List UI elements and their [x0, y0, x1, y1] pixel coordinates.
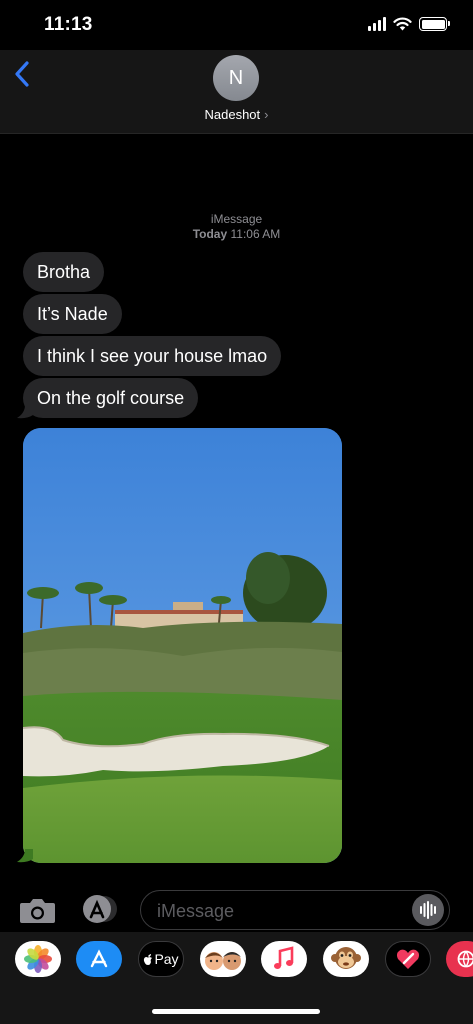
contact-name-button[interactable]: Nadeshot ›: [0, 107, 473, 122]
memoji-icon: [205, 952, 241, 970]
photos-icon: [24, 945, 52, 973]
status-icons: [368, 17, 450, 31]
audio-message-button[interactable]: [412, 894, 444, 926]
contact-avatar[interactable]: N: [213, 55, 259, 101]
apple-pay-icon: [144, 953, 153, 965]
waveform-icon: [420, 901, 436, 919]
home-indicator[interactable]: [152, 1009, 320, 1014]
message-bubble[interactable]: On the golf course: [23, 378, 199, 418]
bubble-tail: [17, 405, 33, 419]
battery-level: [421, 19, 445, 29]
cellular-signal-icon: [368, 17, 386, 31]
timestamp-date: Today: [192, 227, 228, 241]
conversation-header: N Nadeshot ›: [0, 50, 473, 134]
digital-touch-icon: [396, 949, 420, 969]
app-store-app-button[interactable]: [76, 941, 122, 977]
app-drawer: Pay: [0, 932, 473, 1024]
timestamp-time: 11:06 AM: [230, 227, 281, 241]
animoji-icon: [331, 947, 361, 969]
battery-icon: [419, 17, 450, 31]
music-app-button[interactable]: [261, 941, 307, 977]
bubble-tail: [17, 849, 33, 863]
contact-name: Nadeshot: [204, 107, 261, 122]
composer-bar: iMessage: [0, 888, 473, 932]
message-bubble[interactable]: I think I see your house lmao: [23, 336, 282, 376]
app-store-button-icon[interactable]: [80, 894, 118, 924]
message-bubble[interactable]: It’s Nade: [23, 294, 122, 334]
web-images-app-button[interactable]: [446, 941, 473, 977]
music-icon: [274, 946, 294, 969]
apple-pay-app-button[interactable]: Pay: [138, 941, 184, 977]
camera-icon[interactable]: [19, 898, 56, 924]
web-images-icon: [457, 950, 473, 968]
memoji-app-button[interactable]: [200, 941, 246, 977]
chevron-right-icon: ›: [264, 107, 269, 122]
wifi-icon: [393, 17, 412, 31]
digital-touch-app-button[interactable]: [385, 941, 431, 977]
photo-attachment[interactable]: [23, 428, 342, 863]
app-store-icon: [90, 949, 108, 968]
golf-course-photo: [23, 428, 342, 863]
apple-pay-label: Pay: [154, 951, 179, 967]
message-input-placeholder: iMessage: [157, 901, 235, 921]
message-input[interactable]: iMessage: [140, 890, 450, 930]
animoji-app-button[interactable]: [323, 941, 369, 977]
back-chevron-icon[interactable]: [12, 58, 36, 90]
status-time: 11:13: [44, 14, 93, 35]
status-bar: 11:13: [0, 0, 473, 50]
avatar-initial: N: [228, 66, 244, 89]
thread-timestamp: iMessage Today 11:06 AM: [0, 212, 473, 242]
photos-app-button[interactable]: [15, 941, 61, 977]
message-bubble[interactable]: Brotha: [23, 252, 105, 292]
service-label: iMessage: [210, 212, 263, 226]
